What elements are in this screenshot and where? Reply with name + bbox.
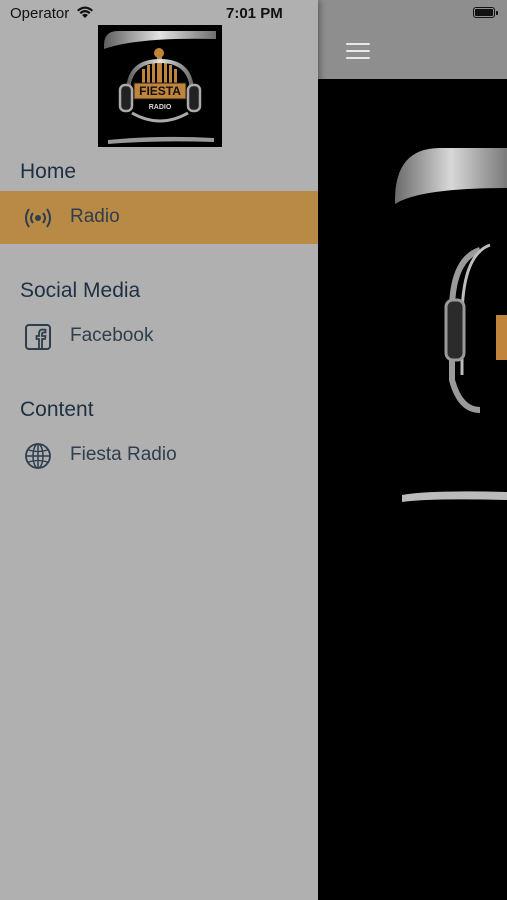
menu-item-fiesta-radio[interactable]: Fiesta Radio (0, 429, 318, 482)
section-title-home: Home (20, 160, 77, 183)
menu-item-label: Facebook (70, 325, 154, 346)
section-title-social-media: Social Media (20, 279, 141, 302)
logo-radio-text: RADIO (149, 104, 172, 111)
menu-item-facebook[interactable]: Facebook (0, 310, 318, 363)
clock-time: 7:01 PM (226, 5, 283, 22)
radio-broadcast-icon (25, 208, 51, 228)
station-logo-large (395, 148, 507, 502)
menu-item-radio[interactable]: Radio (0, 191, 318, 244)
hamburger-menu-icon[interactable] (346, 43, 370, 61)
battery-icon (473, 7, 498, 18)
menu-item-label: Fiesta Radio (70, 444, 177, 465)
menu-item-label: Radio (70, 206, 120, 227)
station-logo: FIESTA RADIO (98, 25, 222, 147)
section-title-content: Content (20, 398, 94, 421)
status-bar: Operator 7:01 PM (0, 0, 318, 28)
carrier-label: Operator (10, 5, 70, 22)
side-drawer: Operator 7:01 PM FIESTA RADIO Home Radio… (0, 0, 318, 900)
wifi-icon (77, 6, 93, 18)
globe-icon (25, 443, 51, 469)
facebook-icon (25, 324, 51, 350)
logo-fiesta-text: FIESTA (139, 84, 181, 98)
